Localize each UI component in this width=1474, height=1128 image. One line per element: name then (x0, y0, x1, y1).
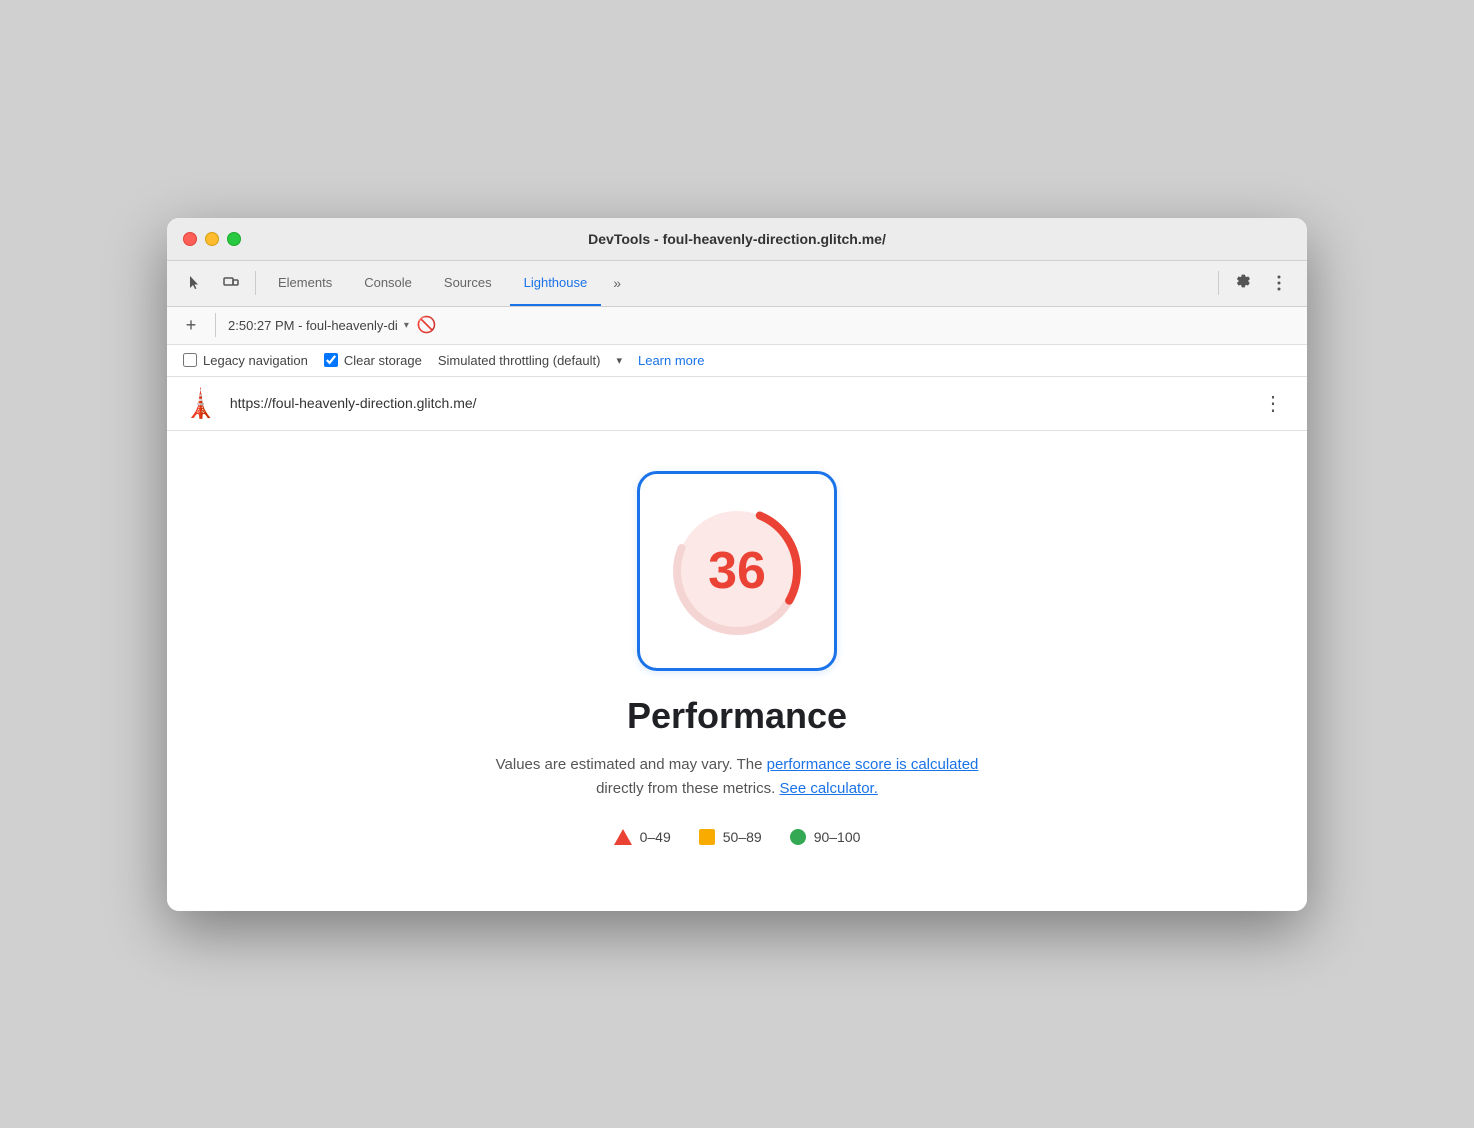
url-time-text: 2:50:27 PM - foul-heavenly-di (228, 318, 398, 333)
toolbar-right-divider (1218, 271, 1219, 295)
clear-storage-checkbox[interactable] (324, 353, 338, 367)
traffic-lights (183, 232, 241, 246)
tab-elements[interactable]: Elements (264, 260, 346, 306)
red-triangle-icon (614, 829, 632, 845)
score-value: 36 (708, 541, 766, 601)
legend-label-orange: 50–89 (723, 829, 762, 845)
performance-title: Performance (627, 695, 847, 737)
score-gauge-container: 36 (637, 471, 837, 671)
sec-divider (215, 313, 216, 337)
settings-button[interactable] (1227, 267, 1259, 299)
window-title: DevTools - foul-heavenly-direction.glitc… (588, 231, 886, 247)
legend-item-orange: 50–89 (699, 829, 762, 845)
throttling-label: Simulated throttling (default) (438, 353, 601, 368)
secondary-toolbar: + 2:50:27 PM - foul-heavenly-di ▾ 🚫 (167, 307, 1307, 345)
url-dropdown-arrow[interactable]: ▾ (404, 320, 409, 331)
options-bar: Legacy navigation Clear storage Simulate… (167, 345, 1307, 377)
add-tab-button[interactable]: + (179, 313, 203, 337)
legacy-navigation-group: Legacy navigation (183, 353, 308, 368)
title-bar: DevTools - foul-heavenly-direction.glitc… (167, 218, 1307, 261)
main-menu-button[interactable] (1263, 267, 1295, 299)
toolbar-right (1214, 267, 1295, 299)
tab-console[interactable]: Console (350, 260, 426, 306)
legacy-navigation-label: Legacy navigation (203, 353, 308, 368)
audit-row: 🗼 https://foul-heavenly-direction.glitch… (167, 377, 1307, 431)
learn-more-link[interactable]: Learn more (638, 353, 704, 368)
score-legend: 0–49 50–89 90–100 (614, 829, 861, 845)
audit-more-button[interactable]: ⋮ (1255, 387, 1291, 420)
legend-label-red: 0–49 (640, 829, 671, 845)
close-button[interactable] (183, 232, 197, 246)
performance-description: Values are estimated and may vary. The p… (496, 753, 979, 801)
more-tabs-button[interactable]: » (605, 260, 629, 306)
tab-lighthouse[interactable]: Lighthouse (510, 260, 602, 306)
lighthouse-logo-icon: 🗼 (183, 387, 218, 420)
legend-item-green: 90–100 (790, 829, 861, 845)
calculator-link[interactable]: See calculator. (779, 780, 877, 797)
gauge-inner: 36 (657, 491, 817, 651)
url-display: 2:50:27 PM - foul-heavenly-di ▾ (228, 318, 409, 333)
perf-score-link[interactable]: performance score is calculated (767, 756, 979, 773)
legacy-navigation-checkbox[interactable] (183, 353, 197, 367)
orange-square-icon (699, 829, 715, 845)
device-toolbar-button[interactable] (215, 267, 247, 299)
clear-storage-label: Clear storage (344, 353, 422, 368)
toolbar-divider (255, 271, 256, 295)
throttling-dropdown-arrow[interactable]: ▾ (616, 354, 622, 367)
green-circle-icon (790, 829, 806, 845)
legend-label-green: 90–100 (814, 829, 861, 845)
legend-item-red: 0–49 (614, 829, 671, 845)
cursor-tool-button[interactable] (179, 267, 211, 299)
audit-url-text: https://foul-heavenly-direction.glitch.m… (230, 395, 1255, 411)
minimize-button[interactable] (205, 232, 219, 246)
devtools-window: DevTools - foul-heavenly-direction.glitc… (167, 218, 1307, 911)
main-content: 36 Performance Values are estimated and … (167, 431, 1307, 911)
clear-storage-group: Clear storage (324, 353, 422, 368)
tab-toolbar: Elements Console Sources Lighthouse » (167, 261, 1307, 307)
score-gauge: 36 (637, 471, 837, 671)
maximize-button[interactable] (227, 232, 241, 246)
tab-sources[interactable]: Sources (430, 260, 506, 306)
block-icon: 🚫 (417, 315, 437, 335)
description-middle: directly from these metrics. (596, 780, 775, 797)
description-text: Values are estimated and may vary. The (496, 756, 763, 773)
